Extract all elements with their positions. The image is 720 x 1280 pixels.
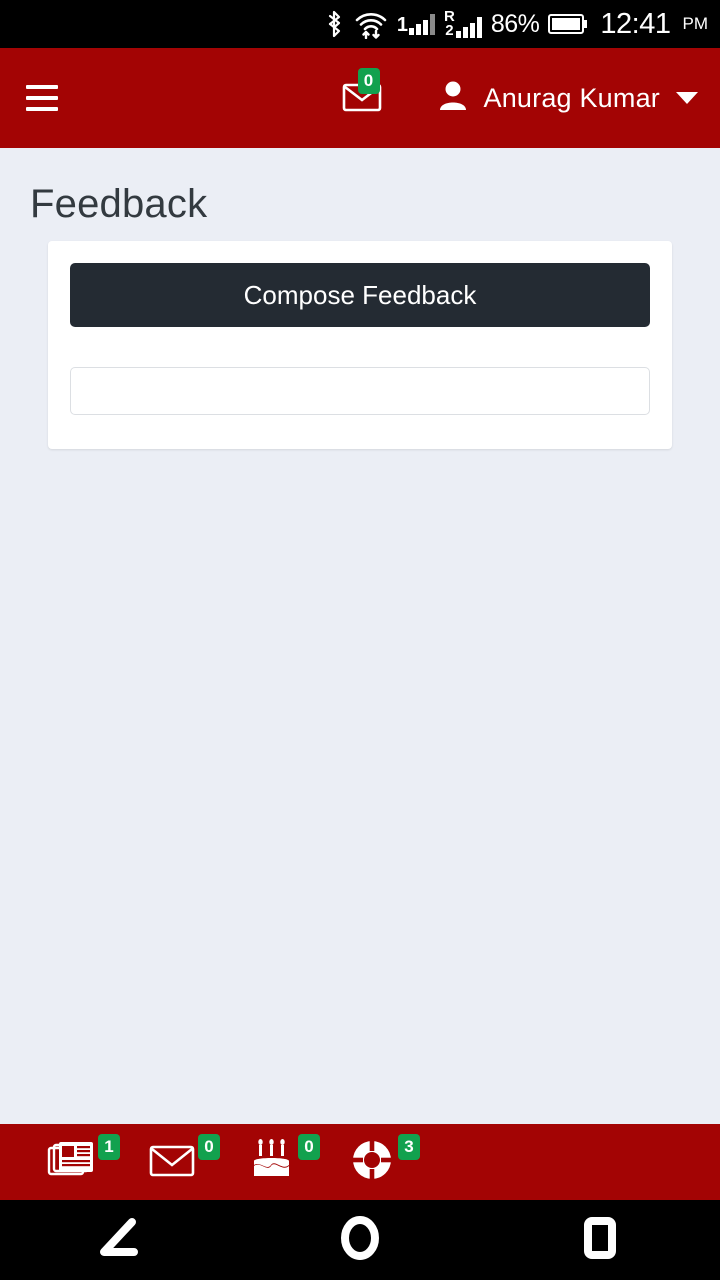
header-messages-button[interactable]: 0 — [342, 67, 382, 117]
feedback-card: Compose Feedback — [48, 241, 672, 449]
user-name-label: Anurag Kumar — [483, 82, 660, 113]
page-title: Feedback — [30, 182, 208, 226]
app-header: 0 Anurag Kumar — [0, 48, 720, 148]
sim1-bars — [409, 13, 436, 35]
screen: 1 R 2 86% 12:41 PM 0 Anurag Kumar Feedba… — [0, 0, 720, 1280]
recents-square-icon — [580, 1215, 620, 1266]
sim1-label: 1 — [396, 14, 409, 36]
compose-feedback-button[interactable]: Compose Feedback — [70, 263, 650, 327]
bottom-nav-item-messages[interactable]: 0 — [122, 1124, 222, 1200]
user-menu[interactable]: Anurag Kumar — [438, 80, 698, 117]
nav-recents-button[interactable] — [540, 1200, 660, 1280]
feedback-text-input[interactable] — [70, 367, 650, 415]
app-header-right: 0 Anurag Kumar — [342, 67, 720, 117]
nav-home-button[interactable] — [300, 1200, 420, 1280]
chevron-down-icon — [676, 92, 698, 104]
bottom-nav-item-news[interactable]: 1 — [22, 1124, 122, 1200]
hamburger-menu-icon[interactable] — [26, 85, 58, 111]
life-ring-icon — [350, 1138, 394, 1187]
page-content: Feedback Compose Feedback — [0, 148, 720, 449]
bottom-nav-item-support[interactable]: 3 — [322, 1124, 422, 1200]
bluetooth-icon — [325, 10, 345, 38]
bottom-nav-badge-support: 3 — [398, 1134, 420, 1160]
newspaper-icon — [47, 1140, 97, 1185]
home-circle-icon — [338, 1213, 382, 1268]
sim2-signal-icon: R 2 — [444, 9, 482, 39]
header-messages-badge: 0 — [357, 67, 380, 94]
clock-ampm: PM — [682, 14, 709, 33]
android-nav-bar — [0, 1200, 720, 1280]
user-avatar-icon — [438, 80, 468, 117]
android-status-bar: 1 R 2 86% 12:41 PM — [0, 0, 720, 48]
bottom-nav-item-birthdays[interactable]: 0 — [222, 1124, 322, 1200]
sim2-bars — [455, 16, 482, 39]
back-triangle-icon — [94, 1214, 146, 1267]
nav-back-button[interactable] — [60, 1200, 180, 1280]
envelope-icon — [149, 1142, 195, 1183]
roaming-indicator: R 2 — [444, 9, 455, 39]
sim1-signal-icon: 1 — [396, 13, 436, 36]
envelope-icon — [342, 83, 382, 116]
wifi-icon — [354, 9, 388, 39]
bottom-nav-bar: 1 0 0 3 — [0, 1124, 720, 1200]
bottom-nav-badge-birthdays: 0 — [298, 1134, 320, 1160]
battery-icon — [548, 12, 588, 36]
bottom-nav-badge-messages: 0 — [198, 1134, 220, 1160]
clock-time: 12:41 — [600, 7, 671, 40]
birthday-cake-icon — [249, 1138, 295, 1186]
sim2-label: 2 — [445, 22, 454, 39]
battery-percent-label: 86% — [490, 9, 540, 38]
bottom-nav-badge-news: 1 — [98, 1134, 120, 1160]
